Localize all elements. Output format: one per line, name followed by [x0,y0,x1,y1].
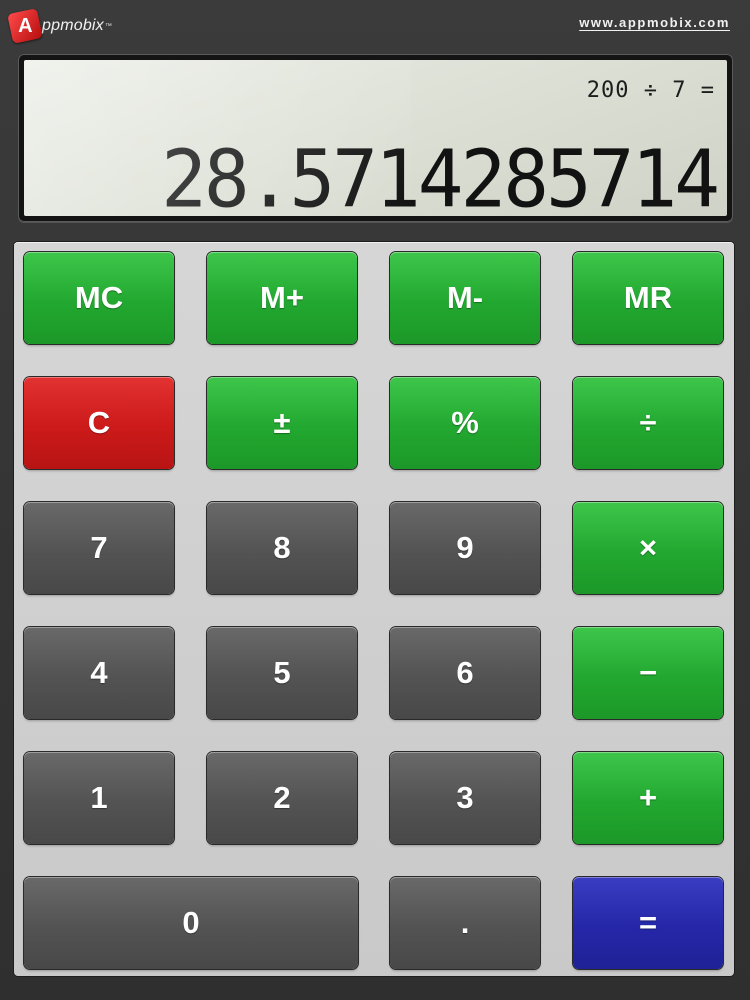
add-button[interactable]: + [573,752,723,844]
memory-subtract-button[interactable]: M- [390,252,540,344]
website-link[interactable]: www.appmobix.com [579,15,730,30]
digit-6-button[interactable]: 6 [390,627,540,719]
logo-text: ppmobix [42,17,104,34]
result-readout: 28.5714285714 [161,132,720,216]
digit-8-button[interactable]: 8 [207,502,357,594]
calculator-display: 200 ÷ 7 = 28.5714285714 [18,54,733,222]
plus-minus-button[interactable]: ± [207,377,357,469]
memory-add-button[interactable]: M+ [207,252,357,344]
digit-0-button[interactable]: 0 [24,877,358,969]
appmobix-logo: A ppmobix ™ [7,8,112,44]
lcd-screen: 200 ÷ 7 = 28.5714285714 [24,60,727,216]
digit-2-button[interactable]: 2 [207,752,357,844]
divide-button[interactable]: ÷ [573,377,723,469]
digit-9-button[interactable]: 9 [390,502,540,594]
digit-3-button[interactable]: 3 [390,752,540,844]
memory-clear-button[interactable]: MC [24,252,174,344]
app-header: A ppmobix ™ www.appmobix.com [0,0,750,50]
expression-readout: 200 ÷ 7 = [586,78,715,103]
logo-icon: A [7,8,43,44]
logo-letter: A [17,14,33,37]
memory-recall-button[interactable]: MR [573,252,723,344]
digit-1-button[interactable]: 1 [24,752,174,844]
percent-button[interactable]: % [390,377,540,469]
decimal-point-button[interactable]: . [390,877,540,969]
digit-5-button[interactable]: 5 [207,627,357,719]
subtract-button[interactable]: − [573,627,723,719]
multiply-button[interactable]: × [573,502,723,594]
keypad: MC M+ M- MR C ± % ÷ 7 8 9 × 4 5 6 − 1 2 … [14,242,734,976]
digit-4-button[interactable]: 4 [24,627,174,719]
equals-button[interactable]: = [573,877,723,969]
clear-button[interactable]: C [24,377,174,469]
logo-trademark: ™ [104,22,112,30]
digit-7-button[interactable]: 7 [24,502,174,594]
